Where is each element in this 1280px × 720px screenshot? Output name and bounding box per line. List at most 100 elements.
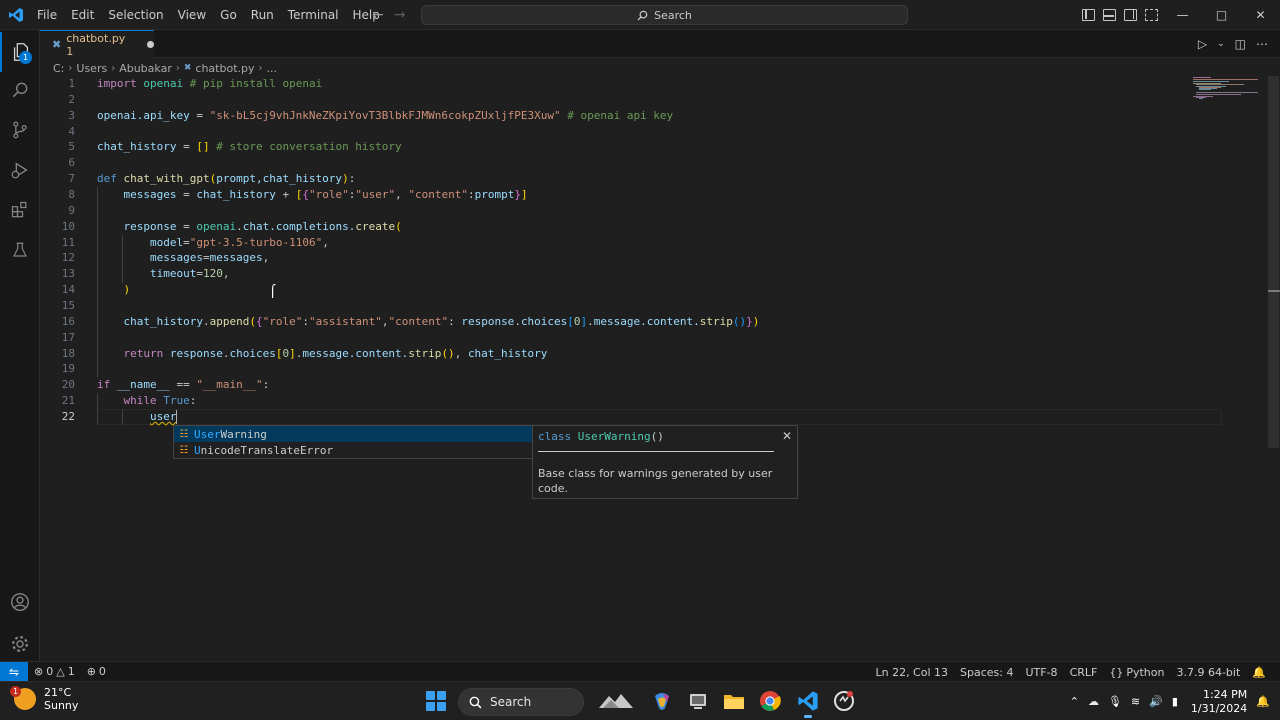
search-icon[interactable]: [0, 70, 40, 110]
toggle-panel-icon[interactable]: [1103, 9, 1116, 21]
line-number: 18: [61, 347, 75, 360]
chrome-icon[interactable]: [758, 689, 782, 713]
taskbar-search[interactable]: Search: [458, 688, 584, 716]
cursor-position[interactable]: Ln 22, Col 13: [869, 666, 954, 679]
details-docstring: Base class for warnings generated by use…: [538, 467, 773, 495]
line-number: 6: [68, 156, 75, 169]
file-explorer-icon[interactable]: [722, 689, 746, 713]
encoding[interactable]: UTF-8: [1019, 666, 1063, 679]
manage-gear-icon[interactable]: [0, 624, 40, 664]
onedrive-cloud-icon[interactable]: ☁: [1088, 695, 1099, 708]
code-line-7: def chat_with_gpt(prompt,chat_history):: [97, 172, 356, 185]
title-bar: File Edit Selection View Go Run Terminal…: [0, 0, 1280, 30]
editor-scrollbar[interactable]: [1268, 76, 1279, 448]
breadcrumb-item[interactable]: chatbot.py: [195, 62, 254, 75]
command-center-search[interactable]: Search: [421, 5, 908, 25]
show-hidden-icons-chevron-icon[interactable]: ⌃: [1070, 695, 1079, 708]
tab-chatbot-py[interactable]: ✖ chatbot.py 1: [40, 30, 154, 58]
layout-controls: [1082, 0, 1158, 30]
suggestion-details-panel: class UserWarning() ✕ Base class for war…: [532, 425, 798, 499]
minimap[interactable]: [1193, 76, 1263, 116]
line-number: 21: [61, 394, 75, 407]
menu-terminal[interactable]: Terminal: [281, 0, 346, 30]
menu-view[interactable]: View: [171, 0, 213, 30]
python-interpreter[interactable]: 3.7.9 64-bit: [1170, 666, 1246, 679]
language-mode[interactable]: {} Python: [1103, 666, 1170, 679]
breadcrumb-item[interactable]: C:: [53, 62, 64, 75]
line-number: 11: [61, 236, 75, 249]
menu-run[interactable]: Run: [244, 0, 281, 30]
toggle-secondary-sidebar-icon[interactable]: [1124, 9, 1137, 21]
taskbar-search-label: Search: [490, 695, 532, 709]
line-number: 16: [61, 315, 75, 328]
weather-widget[interactable]: 1 21°C Sunny: [10, 686, 78, 712]
breadcrumb-item[interactable]: Users: [76, 62, 107, 75]
sun-icon: 1: [10, 686, 36, 710]
maximize-icon[interactable]: □: [1202, 0, 1241, 30]
suggestion-item-userwarning[interactable]: ☷ UserWarning: [174, 426, 532, 442]
windows-start-icon[interactable]: [426, 691, 446, 711]
end-of-line[interactable]: CRLF: [1064, 666, 1104, 679]
task-view-icon[interactable]: [686, 689, 710, 713]
split-editor-icon[interactable]: ◫: [1235, 37, 1246, 51]
code-editor[interactable]: 1 2 3 4 5 6 7 8 9 10 11 12 13 14 15 16 1…: [40, 76, 1280, 661]
editor-tab-bar: ✖ chatbot.py 1 ▷ ⌄ ◫ ⋯: [40, 30, 1280, 58]
recording-app-icon[interactable]: [832, 689, 856, 713]
unsaved-dot-icon[interactable]: [147, 41, 154, 48]
menu-edit[interactable]: Edit: [64, 0, 101, 30]
run-and-debug-icon[interactable]: [0, 150, 40, 190]
remote-indicator-icon[interactable]: ⇋: [0, 661, 28, 682]
close-icon[interactable]: ✕: [1241, 0, 1280, 30]
details-signature: class UserWarning(): [538, 430, 664, 443]
extensions-icon[interactable]: [0, 190, 40, 230]
notification-center-icon[interactable]: 🔔: [1256, 695, 1270, 708]
battery-icon[interactable]: ▮: [1172, 695, 1178, 708]
widgets-icon[interactable]: [596, 689, 636, 713]
taskbar-clock[interactable]: 1:24 PM 1/31/2024: [1191, 688, 1247, 716]
code-line-22: user: [149, 410, 178, 424]
code-line-11: model="gpt-3.5-turbo-1106",: [149, 236, 329, 249]
line-number-current: 22: [61, 410, 75, 423]
back-arrow-icon[interactable]: ←: [372, 7, 384, 23]
menu-go[interactable]: Go: [213, 0, 244, 30]
overview-ruler-mark: [1268, 290, 1280, 292]
toggle-primary-sidebar-icon[interactable]: [1082, 9, 1095, 21]
menu-bar: File Edit Selection View Go Run Terminal…: [30, 0, 387, 30]
python-file-icon: ✖: [52, 38, 62, 51]
windows-taskbar: 1 21°C Sunny Search ⌃ ☁ 🎙 ≋ 🔊 ▮ 1:24 PM …: [0, 681, 1280, 720]
customize-layout-icon[interactable]: [1145, 9, 1158, 21]
problems-indicator[interactable]: ⊗ 0 △ 1: [28, 665, 81, 678]
run-python-file-icon[interactable]: ▷: [1198, 37, 1207, 51]
breadcrumb-item[interactable]: Abubakar: [119, 62, 172, 75]
breadcrumb-item[interactable]: ...: [267, 62, 278, 75]
wifi-icon[interactable]: ≋: [1131, 695, 1140, 708]
more-actions-icon[interactable]: ⋯: [1256, 37, 1268, 51]
line-number: 9: [68, 204, 75, 217]
menu-file[interactable]: File: [30, 0, 64, 30]
menu-selection[interactable]: Selection: [101, 0, 170, 30]
breadcrumb: C: › Users › Abubakar › ✖ chatbot.py › .…: [53, 60, 277, 76]
forward-arrow-icon[interactable]: →: [394, 7, 406, 23]
autocomplete-suggest-widget: ☷ UserWarning ☷ UnicodeTranslateError: [173, 425, 533, 459]
chevron-right-icon: ›: [111, 62, 116, 74]
volume-icon[interactable]: 🔊: [1149, 695, 1163, 708]
suggestion-item-unicodetranslateerror[interactable]: ☷ UnicodeTranslateError: [174, 442, 532, 458]
indentation[interactable]: Spaces: 4: [954, 666, 1019, 679]
vscode-taskbar-icon[interactable]: [796, 689, 820, 718]
line-number: 2: [68, 93, 75, 106]
code-line-1: import openai # pip install openai: [97, 77, 323, 90]
notifications-bell-icon[interactable]: 🔔: [1246, 666, 1272, 679]
copilot-icon[interactable]: [650, 689, 674, 713]
ports-indicator[interactable]: ⊕ 0: [81, 665, 112, 678]
minimize-icon[interactable]: —: [1163, 0, 1202, 30]
navigation-arrows: ← →: [372, 0, 405, 30]
run-dropdown-icon[interactable]: ⌄: [1217, 39, 1225, 49]
source-control-icon[interactable]: [0, 110, 40, 150]
search-icon: [637, 10, 648, 20]
explorer-icon[interactable]: 1: [0, 32, 40, 72]
testing-icon[interactable]: [0, 230, 40, 270]
close-details-icon[interactable]: ✕: [782, 429, 792, 443]
microphone-icon[interactable]: 🎙: [1108, 695, 1122, 708]
accounts-icon[interactable]: [0, 582, 40, 622]
vscode-logo-icon: [2, 0, 30, 30]
